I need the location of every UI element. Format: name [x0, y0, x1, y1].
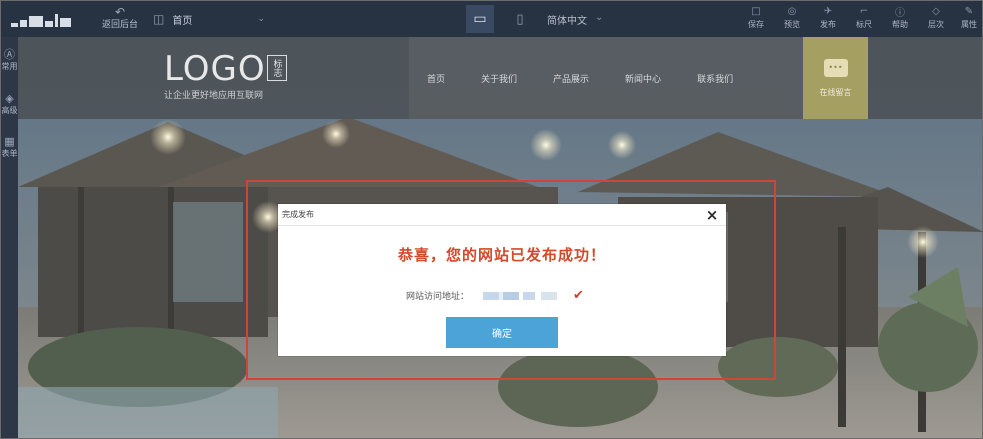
desktop-icon: ▭ [473, 11, 487, 27]
save-label: 保存 [748, 20, 764, 29]
mobile-view-button[interactable]: ▯ [506, 5, 534, 33]
help-icon: ⓘ [895, 8, 905, 19]
pencil-icon: ✎ [964, 6, 974, 17]
mobile-icon: ▯ [516, 11, 524, 27]
nav-item-news[interactable]: 新闻中心 [607, 72, 679, 85]
save-icon: □ [751, 6, 761, 17]
layers-label: 层次 [928, 20, 944, 29]
back-arrow-icon: ↶ [114, 4, 126, 19]
forms-icon: ▦ [4, 135, 15, 148]
confirm-button[interactable]: 确定 [446, 317, 558, 348]
dialog-header: 完成发布 [278, 204, 726, 226]
online-message-button[interactable]: ••• 在线留言 [803, 37, 868, 119]
ruler-label: 标尺 [856, 20, 872, 29]
publish-button[interactable]: ✈ 发布 [810, 4, 846, 30]
site-url-label: 网站访问地址： [406, 292, 470, 302]
close-icon[interactable]: × [704, 206, 720, 224]
sidebar-item-forms[interactable]: ▦ 表单 [1, 136, 18, 159]
logo-text: LOGO [164, 49, 266, 89]
logo-slogan: 让企业更好地应用互联网 [164, 91, 264, 101]
sidebar-item-label: 高级 [1, 106, 18, 115]
site-logo[interactable]: LOGO 标志 让企业更好地应用互联网 [164, 49, 287, 101]
properties-button[interactable]: ✎ 属性 [954, 4, 982, 30]
properties-label: 属性 [961, 20, 977, 29]
back-label: 返回后台 [102, 20, 139, 30]
sidebar-item-label: 常用 [1, 62, 18, 71]
send-icon: ✈ [823, 6, 833, 17]
left-sidebar: Ⓐ 常用 ◈ 高级 ▦ 表单 [1, 37, 18, 438]
site-url-redacted[interactable] [477, 291, 570, 300]
online-message-label: 在线留言 [819, 87, 852, 97]
ruler-button[interactable]: ⌐ 标尺 [846, 4, 882, 30]
chat-bubble-icon: ••• [823, 58, 848, 77]
desktop-view-button[interactable]: ▭ [466, 5, 494, 33]
site-header: LOGO 标志 让企业更好地应用互联网 首页 关于我们 产品展示 新闻中心 联系… [18, 37, 982, 119]
site-url-row: 网站访问地址： ✔ [406, 288, 584, 303]
save-button[interactable]: □ 保存 [738, 4, 774, 30]
site-nav: 首页 关于我们 产品展示 新闻中心 联系我们 [409, 37, 803, 119]
preview-label: 预览 [784, 20, 800, 29]
ruler-icon: ⌐ [859, 6, 869, 17]
publish-label: 发布 [820, 20, 836, 29]
brand-logo [11, 13, 89, 27]
sidebar-item-common[interactable]: Ⓐ 常用 [1, 49, 18, 72]
toolbar-tools: □ 保存 ◎ 预览 ✈ 发布 ⌐ 标尺 ⓘ 帮助 ◇ 层次 ✎ 属性 [738, 4, 982, 30]
logo-mark: 标志 [267, 55, 287, 81]
sidebar-item-label: 表单 [1, 149, 18, 158]
eye-icon: ◎ [787, 6, 797, 17]
language-value: 简体中文 [547, 16, 587, 27]
chevron-down-icon: ⌄ [595, 12, 604, 23]
page-icon: ◫ [153, 12, 165, 26]
success-message: 恭喜，您的网站已发布成功！ [397, 246, 606, 264]
common-icon: Ⓐ [4, 48, 15, 61]
page-name: 首页 [172, 15, 193, 27]
nav-item-contact[interactable]: 联系我们 [679, 72, 751, 85]
dialog-title: 完成发布 [282, 210, 314, 219]
back-to-admin-button[interactable]: ↶ 返回后台 [102, 4, 138, 31]
advanced-icon: ◈ [5, 92, 14, 105]
page-selector[interactable]: ◫ 首页 ⌄ [153, 8, 265, 30]
publish-complete-dialog: 完成发布 × 恭喜，您的网站已发布成功！ 网站访问地址： ✔ 确定 [278, 204, 726, 356]
layers-button[interactable]: ◇ 层次 [918, 4, 954, 30]
preview-button[interactable]: ◎ 预览 [774, 4, 810, 30]
help-button[interactable]: ⓘ 帮助 [882, 4, 918, 30]
editor-window: ↶ 返回后台 ◫ 首页 ⌄ ▭ ▯ 简体中文 ⌄ □ 保存 ◎ 预览 ✈ 发布 … [0, 0, 983, 439]
top-toolbar: ↶ 返回后台 ◫ 首页 ⌄ ▭ ▯ 简体中文 ⌄ □ 保存 ◎ 预览 ✈ 发布 … [1, 1, 982, 37]
preview-canvas[interactable]: LOGO 标志 让企业更好地应用互联网 首页 关于我们 产品展示 新闻中心 联系… [18, 37, 982, 438]
nav-item-home[interactable]: 首页 [409, 72, 463, 85]
chevron-down-icon: ⌄ [257, 14, 265, 24]
layers-icon: ◇ [932, 6, 940, 17]
nav-item-products[interactable]: 产品展示 [535, 72, 607, 85]
sidebar-item-advanced[interactable]: ◈ 高级 [1, 93, 18, 116]
checkmark-icon: ✔ [573, 288, 584, 303]
nav-item-about[interactable]: 关于我们 [463, 72, 535, 85]
help-label: 帮助 [892, 20, 908, 29]
language-selector[interactable]: 简体中文 ⌄ [547, 12, 603, 27]
